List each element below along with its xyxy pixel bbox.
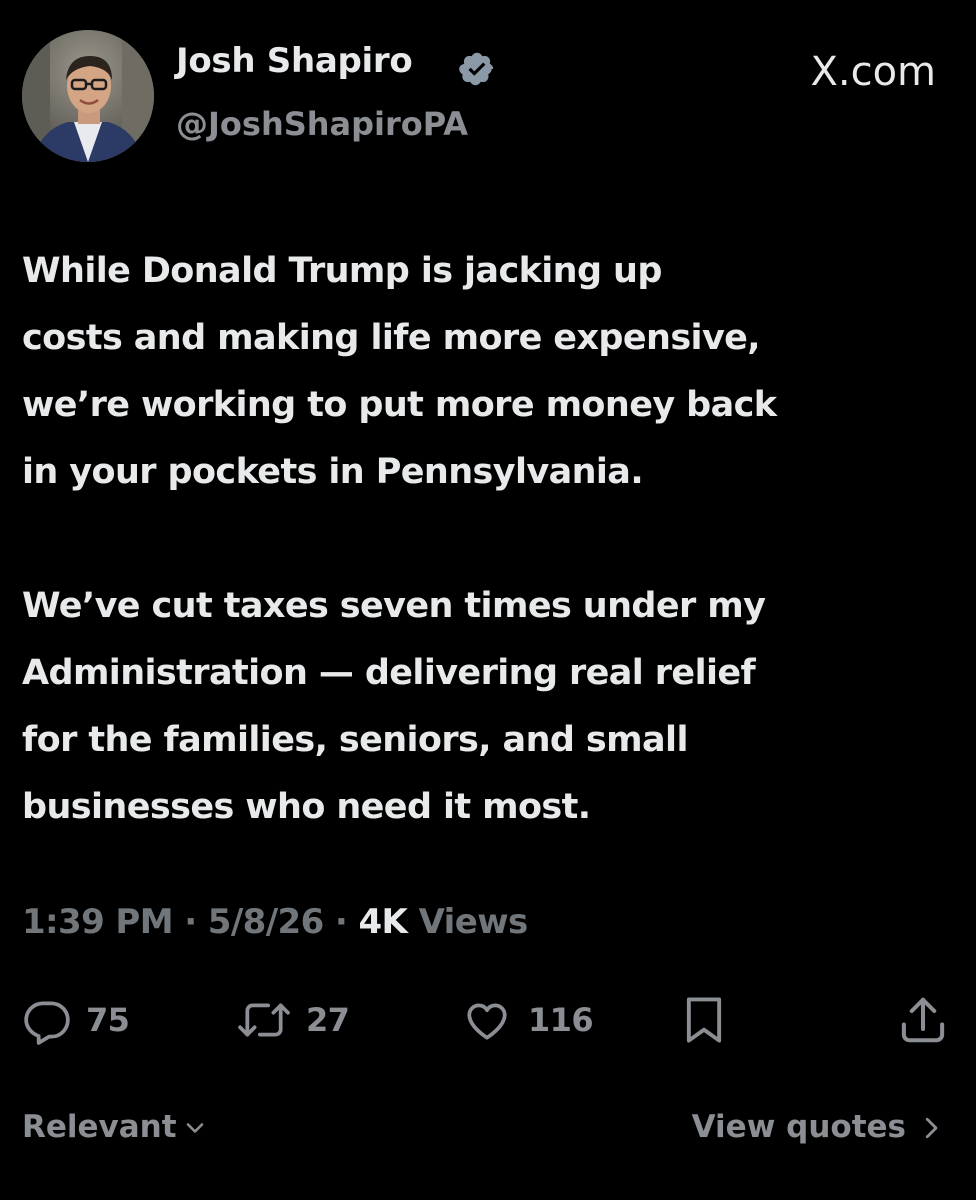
like-button[interactable]: 116 <box>460 990 594 1050</box>
tweet-time[interactable]: 1:39 PM <box>22 902 174 942</box>
tweet-text: While Donald Trump is jacking up costs a… <box>22 238 962 841</box>
sort-replies-button[interactable]: Relevant <box>22 1112 209 1143</box>
avatar[interactable] <box>22 30 154 162</box>
tweet-meta: 1:39 PM · 5/8/26 · 4K Views <box>22 905 528 939</box>
repost-count: 27 <box>306 1001 350 1039</box>
reply-count: 75 <box>86 1001 130 1039</box>
tweet-line: While Donald Trump is jacking up <box>22 251 662 291</box>
tweet-line: we’re working to put more money back <box>22 385 777 425</box>
tweet-paragraph: We’ve cut taxes seven times under my Adm… <box>22 573 962 841</box>
tweet-line: Administration — delivering real relief <box>22 653 756 693</box>
verified-badge-icon <box>459 52 494 86</box>
share-icon <box>901 997 945 1043</box>
tweet-line: in your pockets in Pennsylvania. <box>22 452 644 492</box>
heart-icon <box>467 1003 507 1040</box>
repost-button[interactable]: 27 <box>236 990 350 1050</box>
tweet-line: We’ve cut taxes seven times under my <box>22 586 766 626</box>
views-count[interactable]: 4K <box>359 902 408 942</box>
tweet-date[interactable]: 5/8/26 <box>208 902 324 942</box>
reply-icon <box>24 1001 70 1045</box>
view-quotes-link[interactable]: View quotes <box>692 1112 946 1143</box>
meta-separator: · <box>184 902 197 942</box>
display-name[interactable]: Josh Shapiro <box>176 44 413 78</box>
user-handle[interactable]: @JoshShapiroPA <box>176 108 468 140</box>
action-bar: 75 27 116 <box>0 990 976 1050</box>
tweet-line: costs and making life more expensive, <box>22 318 761 358</box>
repost-icon <box>238 1003 290 1037</box>
tweet-paragraph: While Donald Trump is jacking up costs a… <box>22 238 962 506</box>
profile-photo-icon <box>22 30 154 162</box>
site-brand-label: X.com <box>810 49 936 95</box>
chevron-down-icon <box>186 1122 203 1133</box>
views-label[interactable]: Views <box>419 902 529 942</box>
tweet-line: businesses who need it most. <box>22 787 591 827</box>
bookmark-icon <box>686 997 722 1043</box>
meta-separator: · <box>334 902 348 942</box>
chevron-right-icon <box>925 1117 938 1138</box>
like-count: 116 <box>528 1001 594 1039</box>
tweet-line: for the families, seniors, and small <box>22 720 688 760</box>
reply-button[interactable]: 75 <box>22 990 130 1050</box>
view-quotes-label: View quotes <box>691 1109 906 1145</box>
bookmark-button[interactable] <box>678 990 730 1050</box>
share-button[interactable] <box>896 990 950 1050</box>
sort-label: Relevant <box>22 1109 177 1145</box>
